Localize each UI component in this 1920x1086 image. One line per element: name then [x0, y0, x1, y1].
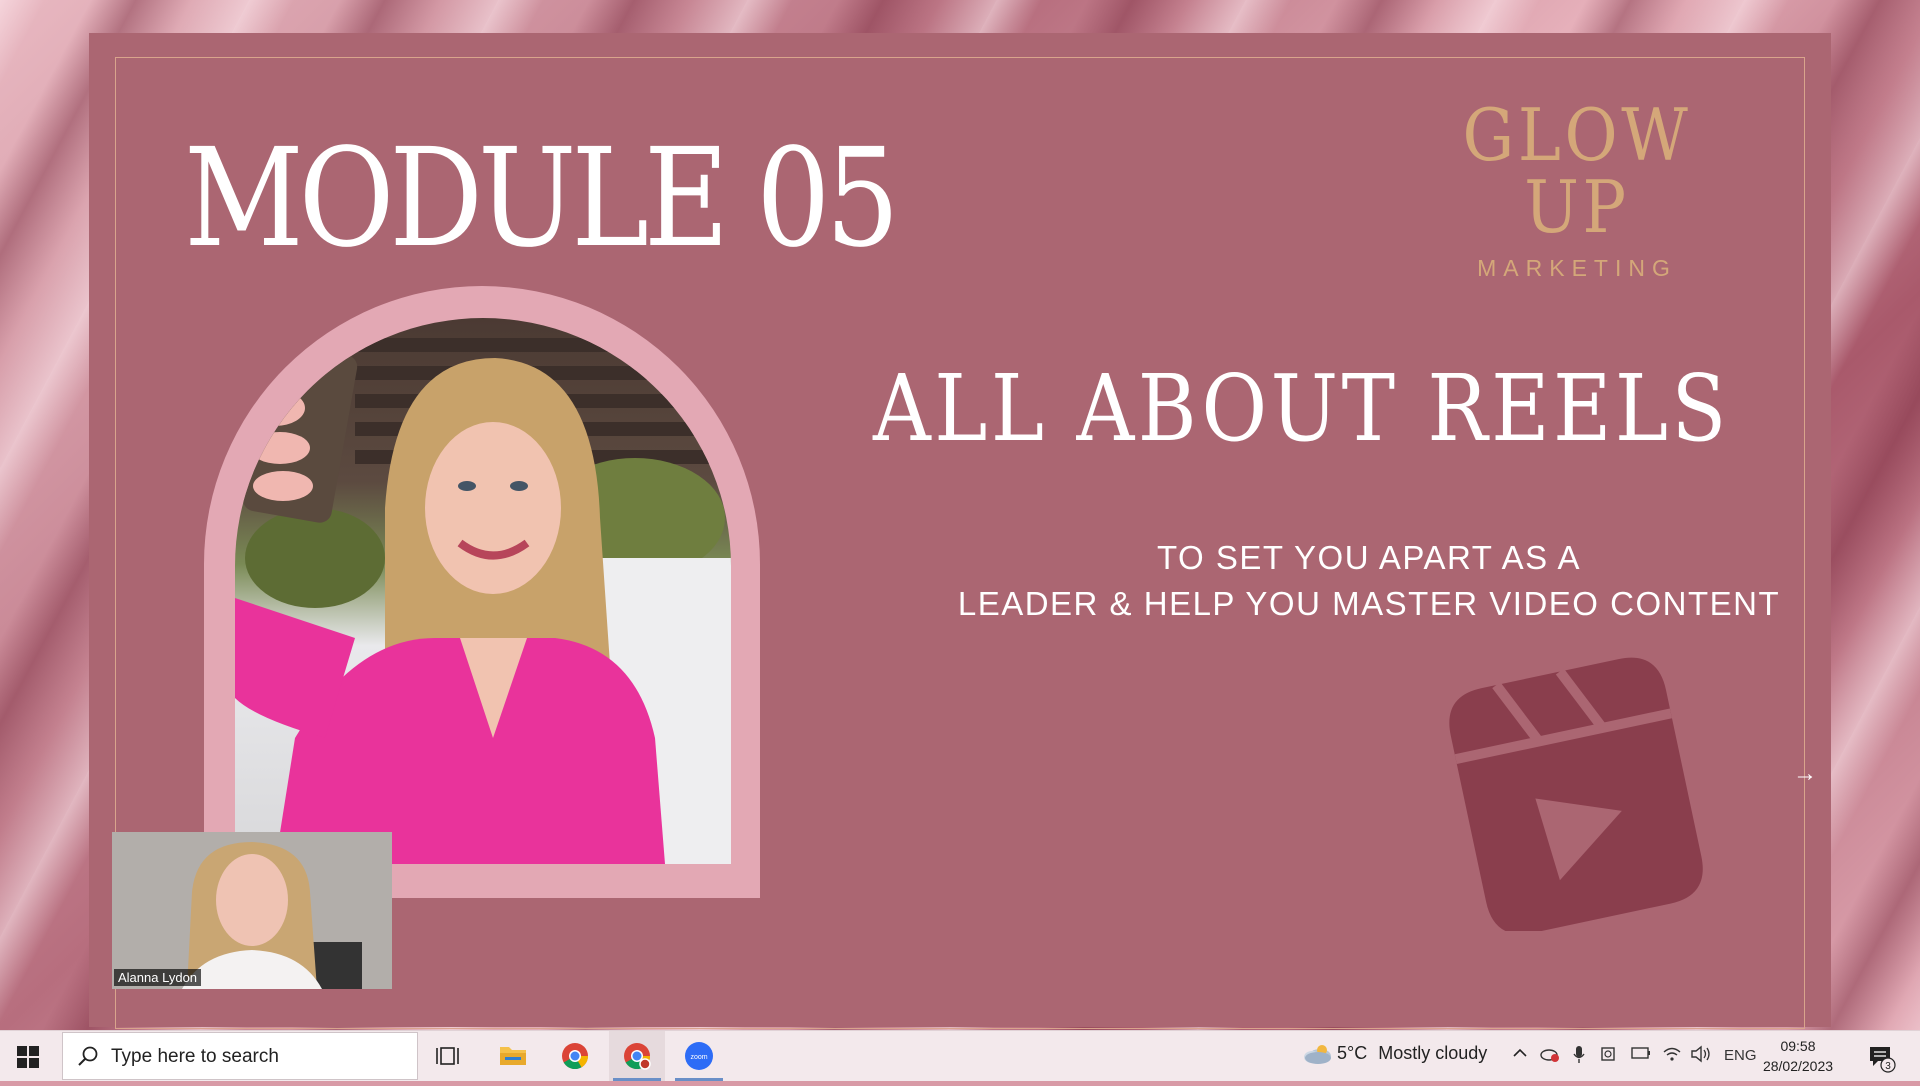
weather-temperature: 5°C [1337, 1043, 1368, 1063]
brand-name: GLOW UP [1462, 93, 1692, 249]
taskbar-search-box[interactable] [62, 1032, 418, 1081]
weather-widget[interactable]: 5°C Mostly cloudy [1302, 1043, 1487, 1065]
onedrive-error-icon[interactable] [1540, 1045, 1560, 1067]
chrome-profile-button[interactable] [609, 1031, 665, 1081]
search-icon [77, 1045, 99, 1072]
next-arrow-cursor-icon: → [1793, 760, 1817, 787]
module-title: MODULE 05 [184, 120, 900, 278]
chrome-icon [562, 1043, 589, 1070]
windows-taskbar: zoom 5°C Mostly cloudy ENG 09:58 28/02/2… [0, 1030, 1920, 1081]
folder-icon [500, 1047, 526, 1065]
zoom-button[interactable]: zoom [671, 1031, 727, 1081]
subheadline-line-2: LEADER & HELP YOU MASTER VIDEO CONTENT [957, 585, 1781, 622]
clock-date: 28/02/2023 [1762, 1058, 1834, 1074]
reels-clapper-play-icon [1425, 651, 1725, 936]
subheadline-line-1: TO SET YOU APART AS A [1156, 539, 1582, 576]
weather-description: Mostly cloudy [1378, 1043, 1488, 1063]
chrome-profile-icon [624, 1043, 651, 1070]
file-explorer-button[interactable] [485, 1031, 541, 1081]
slide-subheadline: TO SET YOU APART AS A LEADER & HELP YOU … [829, 535, 1909, 627]
cloudy-weather-icon [1304, 1045, 1331, 1065]
slide-headline: ALL ABOUT REELS [873, 355, 1730, 462]
windows-start-button[interactable] [17, 1046, 39, 1073]
svg-text:zoom: zoom [690, 1054, 707, 1061]
notification-count: 3 [1885, 1061, 1891, 1072]
participant-name-label: Alanna Lydon [114, 969, 202, 986]
windows-logo-icon [17, 1046, 39, 1068]
wifi-icon[interactable] [1662, 1045, 1682, 1067]
volume-icon[interactable] [1690, 1045, 1712, 1067]
zoom-icon: zoom [685, 1042, 713, 1070]
brand-logo: GLOW UP MARKETING [1425, 99, 1729, 282]
show-hidden-icons-chevron-icon[interactable] [1512, 1045, 1528, 1065]
task-view-button[interactable] [422, 1031, 478, 1081]
input-language-indicator[interactable]: ENG [1724, 1047, 1757, 1064]
chrome-button[interactable] [547, 1031, 603, 1081]
task-view-icon [436, 1047, 459, 1065]
action-center-notification-icon[interactable]: 3 [1868, 1045, 1904, 1080]
brand-tagline: MARKETING [1477, 255, 1677, 281]
presenter-photo [235, 318, 731, 864]
microphone-icon[interactable] [1572, 1045, 1586, 1069]
camera-device-icon[interactable] [1600, 1045, 1618, 1067]
taskbar-clock[interactable]: 09:58 28/02/2023 [1758, 1036, 1838, 1076]
clock-time: 09:58 [1780, 1038, 1816, 1054]
search-input[interactable] [109, 1033, 413, 1081]
battery-icon[interactable] [1630, 1045, 1652, 1065]
webcam-video-tile[interactable]: Alanna Lydon [112, 832, 392, 989]
